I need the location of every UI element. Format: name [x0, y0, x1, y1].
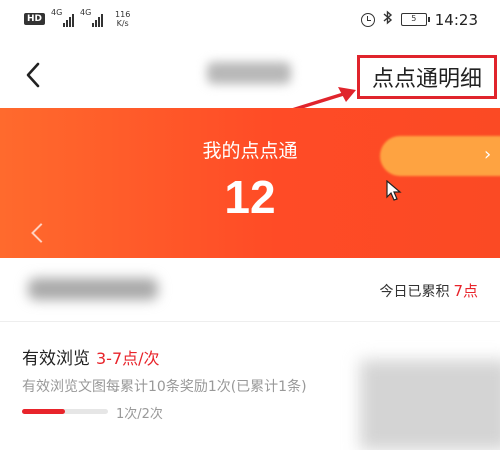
- nav-bar: 点点通明细: [0, 40, 500, 112]
- points-banner: 我的点点通 12 ›: [0, 108, 500, 258]
- chevron-left-icon: [26, 62, 40, 88]
- back-button[interactable]: [20, 60, 48, 90]
- hd-badge: HD: [24, 13, 46, 25]
- task-item[interactable]: 有效浏览 3-7点/次 有效浏览文图每累计10条奖励1次(已累计1条) 1次/2次: [0, 322, 500, 450]
- signal-icon: 4G: [51, 8, 75, 27]
- signal-icon-2: 4G: [80, 8, 104, 27]
- task-title: 有效浏览 3-7点/次: [22, 344, 160, 369]
- status-bar: HD 4G 4G 116 K/s 5 14:23: [0, 0, 500, 40]
- network-speed-unit: K/s: [116, 19, 129, 28]
- points-count: 12: [224, 171, 276, 223]
- page-title-redacted: [207, 62, 291, 84]
- today-total-points: 7点: [453, 282, 478, 300]
- status-bar-left: HD 4G 4G 116 K/s: [24, 8, 130, 28]
- task-progress-text: 1次/2次: [116, 407, 163, 422]
- task-thumbnail-redacted: [360, 360, 500, 450]
- network-type-label: 4G: [51, 8, 63, 17]
- detail-link[interactable]: 点点通明细: [357, 55, 497, 99]
- task-progress-fill: [22, 409, 65, 414]
- network-type-label-2: 4G: [80, 8, 92, 17]
- clock: 14:23: [434, 10, 478, 29]
- network-speed: 116 K/s: [115, 10, 130, 28]
- stats-row: 今日已累积 7点: [0, 258, 500, 322]
- task-progress-bar: [22, 409, 108, 414]
- chevron-right-icon: ›: [484, 144, 492, 165]
- alarm-icon: [360, 12, 375, 27]
- task-points: 3-7点/次: [96, 349, 160, 368]
- task-description: 有效浏览文图每累计10条奖励1次(已累计1条): [22, 379, 307, 395]
- banner-action-button[interactable]: [380, 136, 500, 176]
- decorative-chevron-icon: [31, 223, 51, 243]
- task-title-text: 有效浏览: [22, 349, 90, 369]
- today-total-label: 今日已累积: [379, 284, 450, 300]
- today-total: 今日已累积 7点: [379, 280, 478, 301]
- mouse-cursor-icon: [386, 180, 402, 201]
- status-bar-right: 5 14:23: [360, 10, 478, 29]
- network-speed-value: 116: [115, 10, 131, 19]
- bluetooth-icon: [383, 10, 393, 29]
- user-name-redacted: [28, 278, 158, 300]
- battery-icon: 5: [400, 13, 430, 26]
- battery-level: 5: [411, 14, 417, 23]
